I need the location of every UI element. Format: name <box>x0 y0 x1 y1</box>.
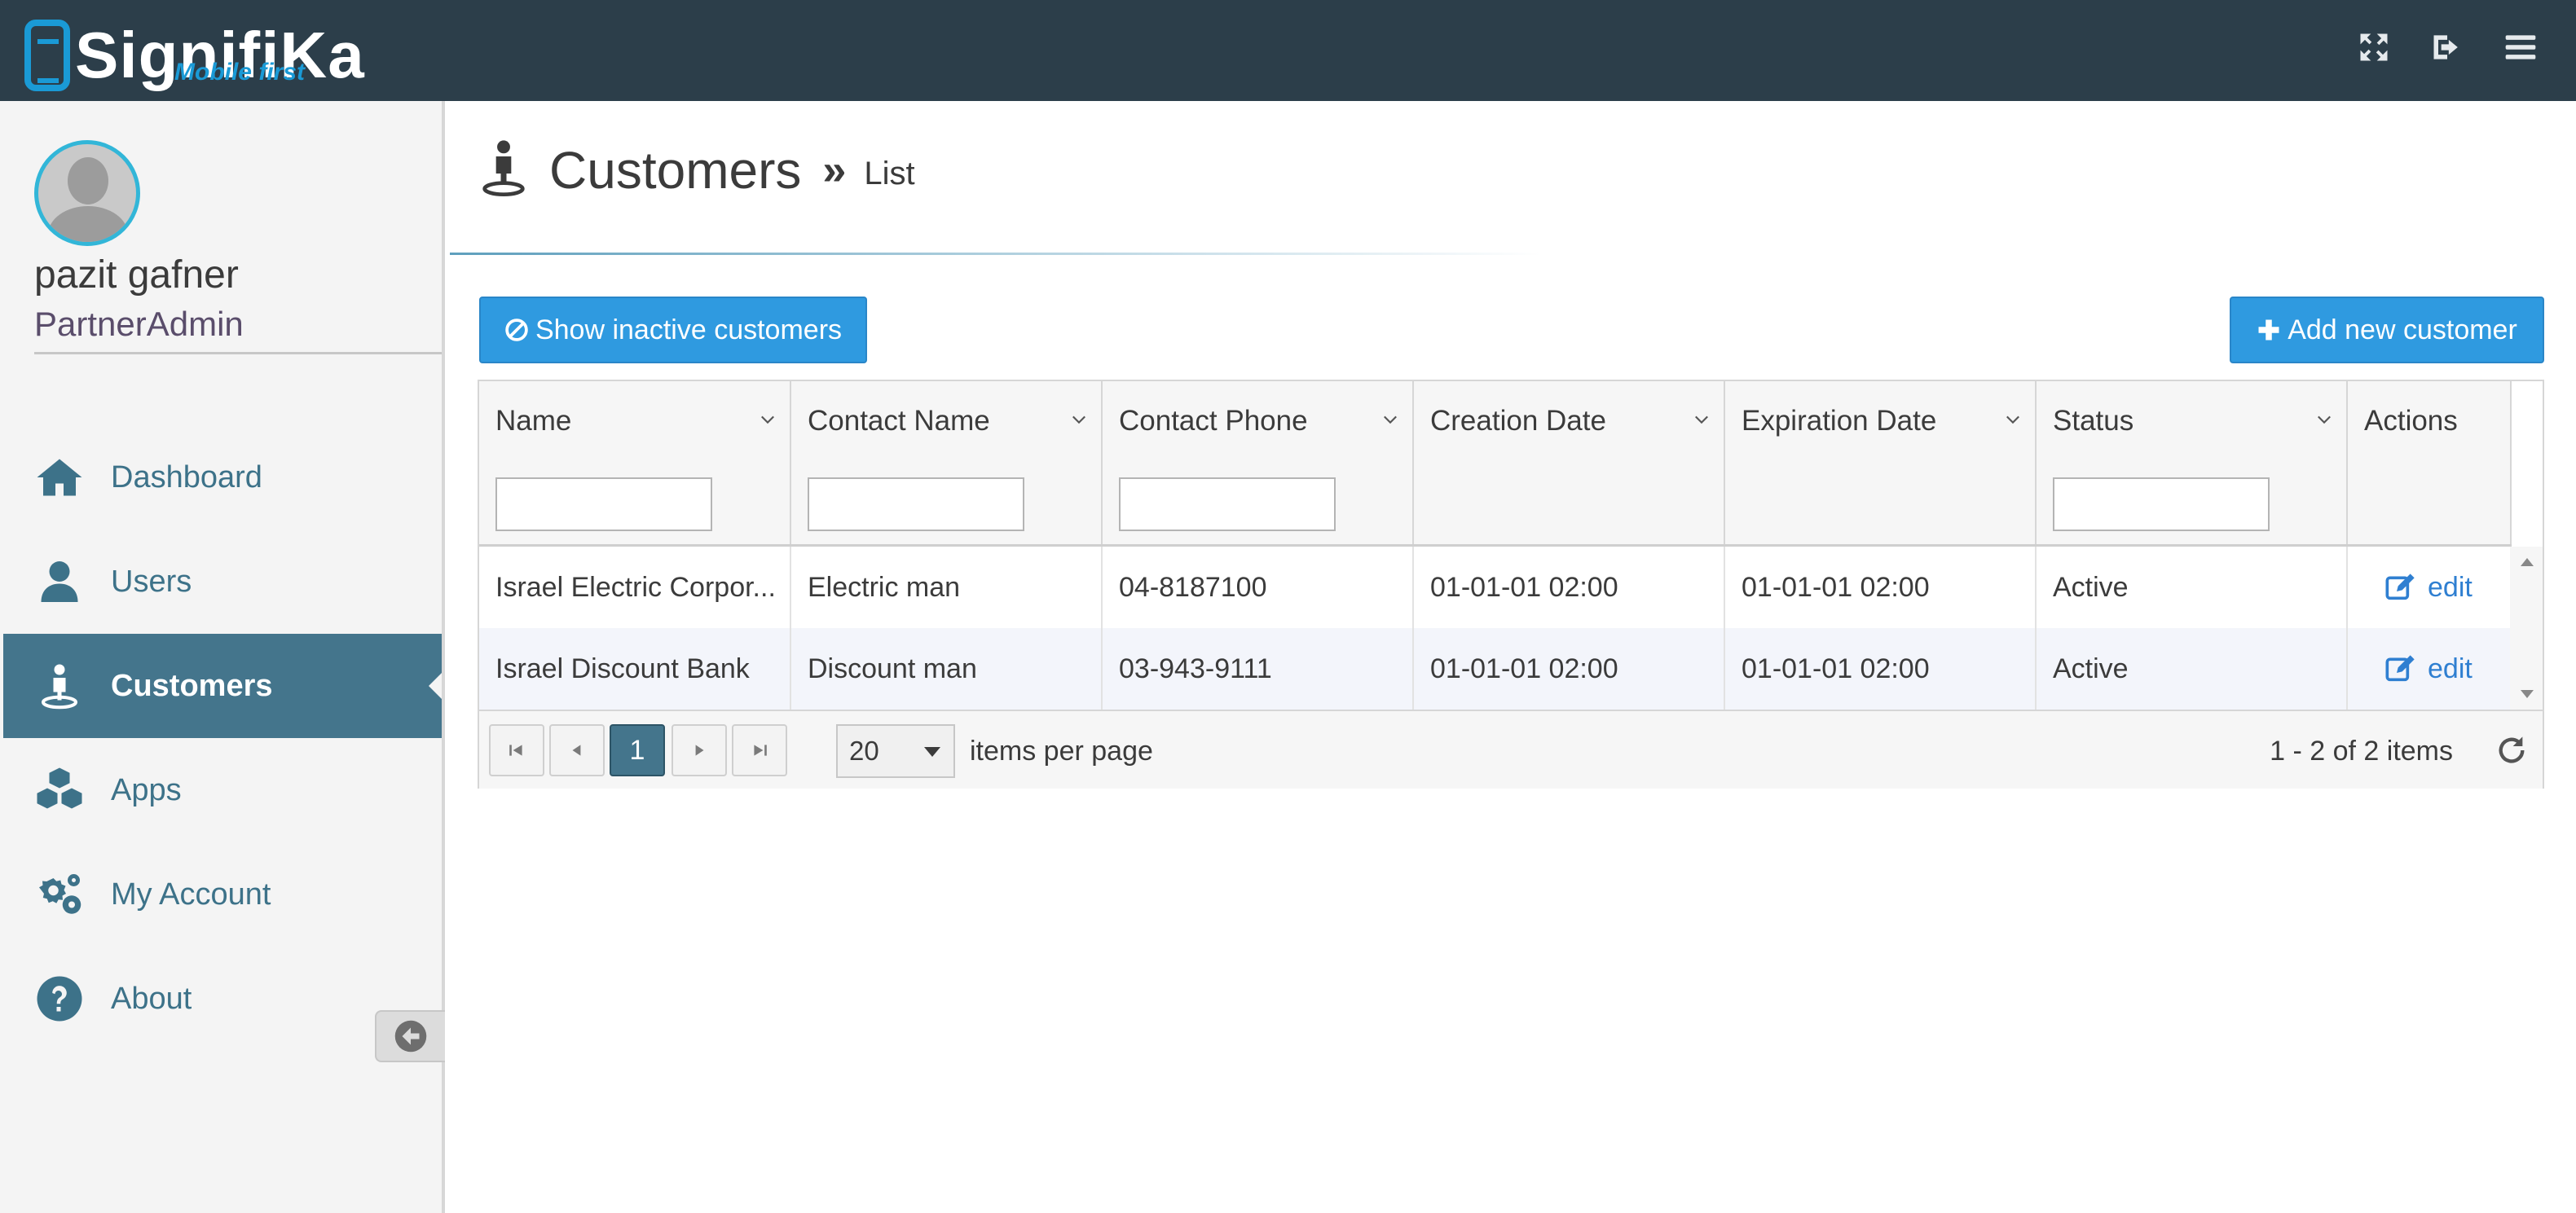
page-header: Customers » List <box>481 138 915 201</box>
scroll-up-icon[interactable] <box>2521 558 2534 566</box>
customer-icon <box>33 659 86 713</box>
breadcrumb-separator: » <box>822 146 847 194</box>
refresh-icon[interactable] <box>2495 734 2528 767</box>
user-role: PartnerAdmin <box>34 305 442 354</box>
sidebar-item-label: Apps <box>111 772 182 807</box>
grid-scrollbar[interactable] <box>2510 547 2543 710</box>
edit-link[interactable]: edit <box>2348 628 2510 710</box>
logo-mark <box>24 20 70 91</box>
column-header-name[interactable]: Name <box>479 381 791 463</box>
sidebar-item-users[interactable]: Users <box>3 530 442 634</box>
menu-icon[interactable] <box>2503 29 2539 65</box>
scroll-down-icon[interactable] <box>2521 690 2534 698</box>
cell-creation-date: 01-01-01 02:00 <box>1430 572 1618 603</box>
customer-icon <box>481 138 526 201</box>
filter-name-input[interactable] <box>495 477 712 531</box>
grid-body: Israel Electric Corpor... Electric man 0… <box>479 547 2512 710</box>
breadcrumb-current: List <box>864 156 915 191</box>
edit-icon <box>2385 574 2415 600</box>
last-page-button[interactable] <box>732 724 787 776</box>
filter-contact-name-input[interactable] <box>808 477 1024 531</box>
first-page-button[interactable] <box>489 724 544 776</box>
ban-icon <box>505 319 528 341</box>
column-header-creation-date[interactable]: Creation Date <box>1414 381 1725 463</box>
cell-contact-phone: 03-943-9111 <box>1119 653 1272 684</box>
cell-creation-date: 01-01-01 02:00 <box>1430 653 1618 684</box>
show-inactive-customers-button[interactable]: Show inactive customers <box>479 297 867 363</box>
plus-icon <box>2258 319 2279 341</box>
chevron-down-icon[interactable] <box>760 412 775 427</box>
items-per-page-label: items per page <box>970 736 1153 767</box>
chevron-down-icon[interactable] <box>2006 412 2020 427</box>
chevron-down-icon[interactable] <box>1694 412 1709 427</box>
edit-link[interactable]: edit <box>2348 547 2510 628</box>
first-page-icon <box>509 745 522 756</box>
user-name: pazit gafner <box>34 253 239 297</box>
next-page-icon <box>695 745 704 756</box>
user-icon <box>33 555 86 609</box>
edit-icon <box>2385 655 2415 682</box>
sidebar: pazit gafner PartnerAdmin Dashboard User… <box>0 101 445 1213</box>
cell-status: Active <box>2053 653 2129 684</box>
logout-icon[interactable] <box>2429 29 2465 65</box>
button-label: Add new customer <box>2288 314 2517 345</box>
chevron-down-icon[interactable] <box>2317 412 2332 427</box>
sidebar-item-label: Users <box>111 564 192 599</box>
add-new-customer-button[interactable]: Add new customer <box>2230 297 2544 363</box>
customers-grid: Name Contact Name Contact Phone Creation… <box>478 380 2544 789</box>
sidebar-item-apps[interactable]: Apps <box>3 738 442 842</box>
column-header-contact-name[interactable]: Contact Name <box>791 381 1103 463</box>
dropdown-arrow-icon <box>924 747 940 757</box>
column-header-actions: Actions <box>2348 381 2512 463</box>
sidebar-item-label: My Account <box>111 877 271 912</box>
column-header-status[interactable]: Status <box>2037 381 2348 463</box>
sidebar-item-my-account[interactable]: My Account <box>3 842 442 947</box>
table-row[interactable]: Israel Discount Bank Discount man 03-943… <box>479 628 2512 710</box>
sidebar-item-customers[interactable]: Customers <box>3 634 442 738</box>
page-title: Customers <box>549 140 802 200</box>
top-bar: SignifiKa Mobile first <box>0 0 2576 101</box>
filter-status-input[interactable] <box>2053 477 2270 531</box>
sidebar-item-label: Dashboard <box>111 459 262 494</box>
cell-expiration-date: 01-01-01 02:00 <box>1742 572 1930 603</box>
last-page-icon <box>754 745 767 756</box>
question-icon <box>33 972 86 1026</box>
column-header-expiration-date[interactable]: Expiration Date <box>1725 381 2037 463</box>
arrow-left-circle-icon <box>394 1020 427 1053</box>
cell-status: Active <box>2053 572 2129 603</box>
sidebar-item-label: Customers <box>111 668 273 703</box>
page-1-button[interactable]: 1 <box>610 724 665 776</box>
grid-filter-row <box>479 463 2512 547</box>
cell-contact-name: Discount man <box>808 653 977 684</box>
brand-tagline: Mobile first <box>174 59 306 86</box>
cubes-icon <box>33 763 86 817</box>
cell-contact-phone: 04-8187100 <box>1119 572 1267 603</box>
cell-name: Israel Discount Bank <box>495 653 750 684</box>
grid-header: Name Contact Name Contact Phone Creation… <box>479 381 2512 464</box>
column-header-contact-phone[interactable]: Contact Phone <box>1103 381 1414 463</box>
sidebar-collapse-button[interactable] <box>375 1010 445 1062</box>
previous-page-icon <box>572 745 581 756</box>
cell-expiration-date: 01-01-01 02:00 <box>1742 653 1930 684</box>
page-size-select[interactable]: 20 <box>836 724 955 778</box>
header-divider <box>450 253 1542 255</box>
cell-contact-name: Electric man <box>808 572 961 603</box>
sidebar-nav: Dashboard Users Customers Apps My Accoun… <box>3 425 442 1051</box>
sidebar-item-dashboard[interactable]: Dashboard <box>3 425 442 530</box>
chevron-down-icon[interactable] <box>1072 412 1086 427</box>
table-row[interactable]: Israel Electric Corpor... Electric man 0… <box>479 547 2512 628</box>
gears-icon <box>33 868 86 921</box>
filter-contact-phone-input[interactable] <box>1119 477 1336 531</box>
pager-info: 1 - 2 of 2 items <box>2270 736 2453 767</box>
grid-pager: 1 20 items per page 1 - 2 of 2 items <box>479 710 2543 789</box>
cell-name: Israel Electric Corpor... <box>495 572 776 603</box>
button-label: Show inactive customers <box>535 314 843 345</box>
chevron-down-icon[interactable] <box>1383 412 1398 427</box>
avatar <box>34 140 140 246</box>
next-page-button[interactable] <box>672 724 727 776</box>
sidebar-item-label: About <box>111 981 192 1016</box>
home-icon <box>33 450 86 504</box>
fullscreen-icon[interactable] <box>2356 29 2392 65</box>
previous-page-button[interactable] <box>549 724 605 776</box>
